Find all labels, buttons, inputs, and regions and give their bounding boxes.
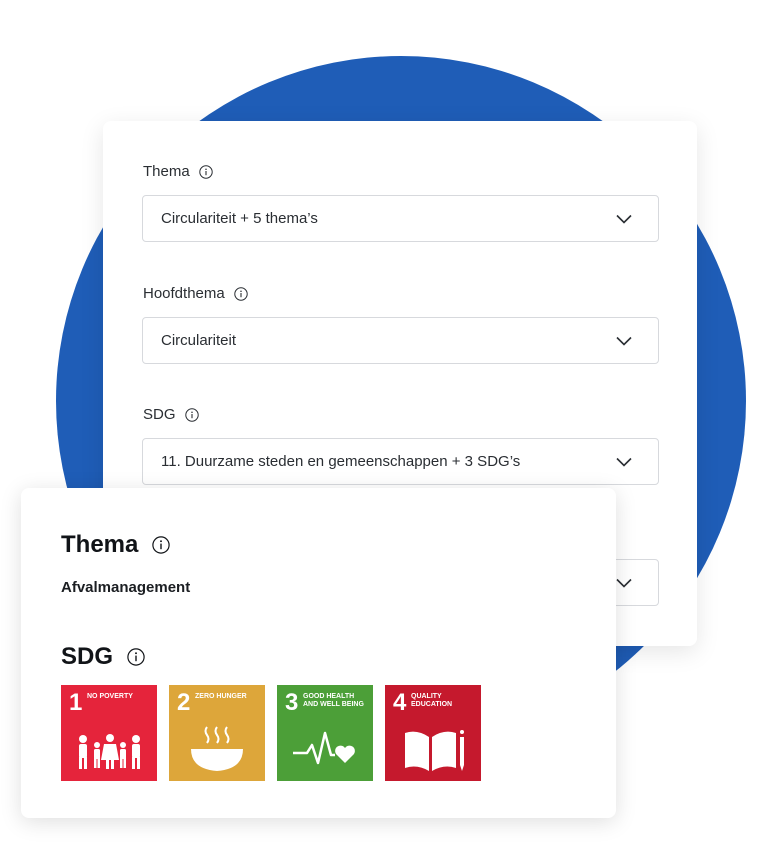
chevron-down-icon <box>616 336 632 346</box>
sdg-select-value: 11. Duurzame steden en gemeenschappen + … <box>161 453 521 470</box>
chevron-down-icon <box>616 457 632 467</box>
info-icon[interactable] <box>234 286 248 301</box>
sdg-title: Quality education <box>411 693 453 708</box>
info-icon[interactable] <box>127 648 145 666</box>
info-icon[interactable] <box>198 164 213 179</box>
thema-heading-text: Thema <box>61 531 139 558</box>
heartbeat-icon <box>293 731 355 765</box>
sdg-number: 2 <box>177 689 190 716</box>
chevron-down-icon <box>616 578 632 588</box>
sdg-tiles: 1 No poverty 2 Zero hunger <box>61 685 481 781</box>
book-pencil-icon <box>405 730 464 771</box>
thema-field-label: Thema <box>143 163 213 180</box>
sdg-title: Zero hunger <box>195 693 247 700</box>
thema-heading: Thema <box>61 531 171 559</box>
sdg-select[interactable]: 11. Duurzame steden en gemeenschappen + … <box>142 438 659 485</box>
info-icon[interactable] <box>184 407 199 422</box>
hoofdthema-label-text: Hoofdthema <box>143 285 225 302</box>
hoofdthema-select[interactable]: Circulariteit <box>142 317 659 364</box>
sdg-tile-3[interactable]: 3 Good health and well being <box>277 685 373 781</box>
sdg-number: 4 <box>393 689 406 716</box>
sdg-number: 1 <box>69 689 82 716</box>
hoofdthema-field-label: Hoofdthema <box>143 285 248 302</box>
summary-card: Thema Afvalmanagement SDG 1 No poverty <box>21 488 616 818</box>
chevron-down-icon <box>616 214 632 224</box>
sdg-heading: SDG <box>61 643 145 671</box>
sdg-tile-4[interactable]: 4 Quality education <box>385 685 481 781</box>
sdg-tile-2[interactable]: 2 Zero hunger <box>169 685 265 781</box>
family-icon <box>79 734 140 769</box>
info-icon[interactable] <box>152 536 171 554</box>
sdg-number: 3 <box>285 689 298 716</box>
sdg-title: Good health and well being <box>303 693 364 708</box>
sdg-tile-1[interactable]: 1 No poverty <box>61 685 157 781</box>
bowl-icon <box>191 726 243 771</box>
sdg-title: No poverty <box>87 693 133 700</box>
sdg-heading-text: SDG <box>61 643 114 670</box>
sdg-field-label: SDG <box>143 406 199 423</box>
thema-select[interactable]: Circulariteit + 5 thema’s <box>142 195 659 242</box>
thema-value: Afvalmanagement <box>61 579 191 596</box>
hoofdthema-select-value: Circulariteit <box>161 332 237 349</box>
thema-select-value: Circulariteit + 5 thema’s <box>161 210 318 227</box>
thema-label-text: Thema <box>143 163 190 180</box>
sdg-label-text: SDG <box>143 406 176 423</box>
